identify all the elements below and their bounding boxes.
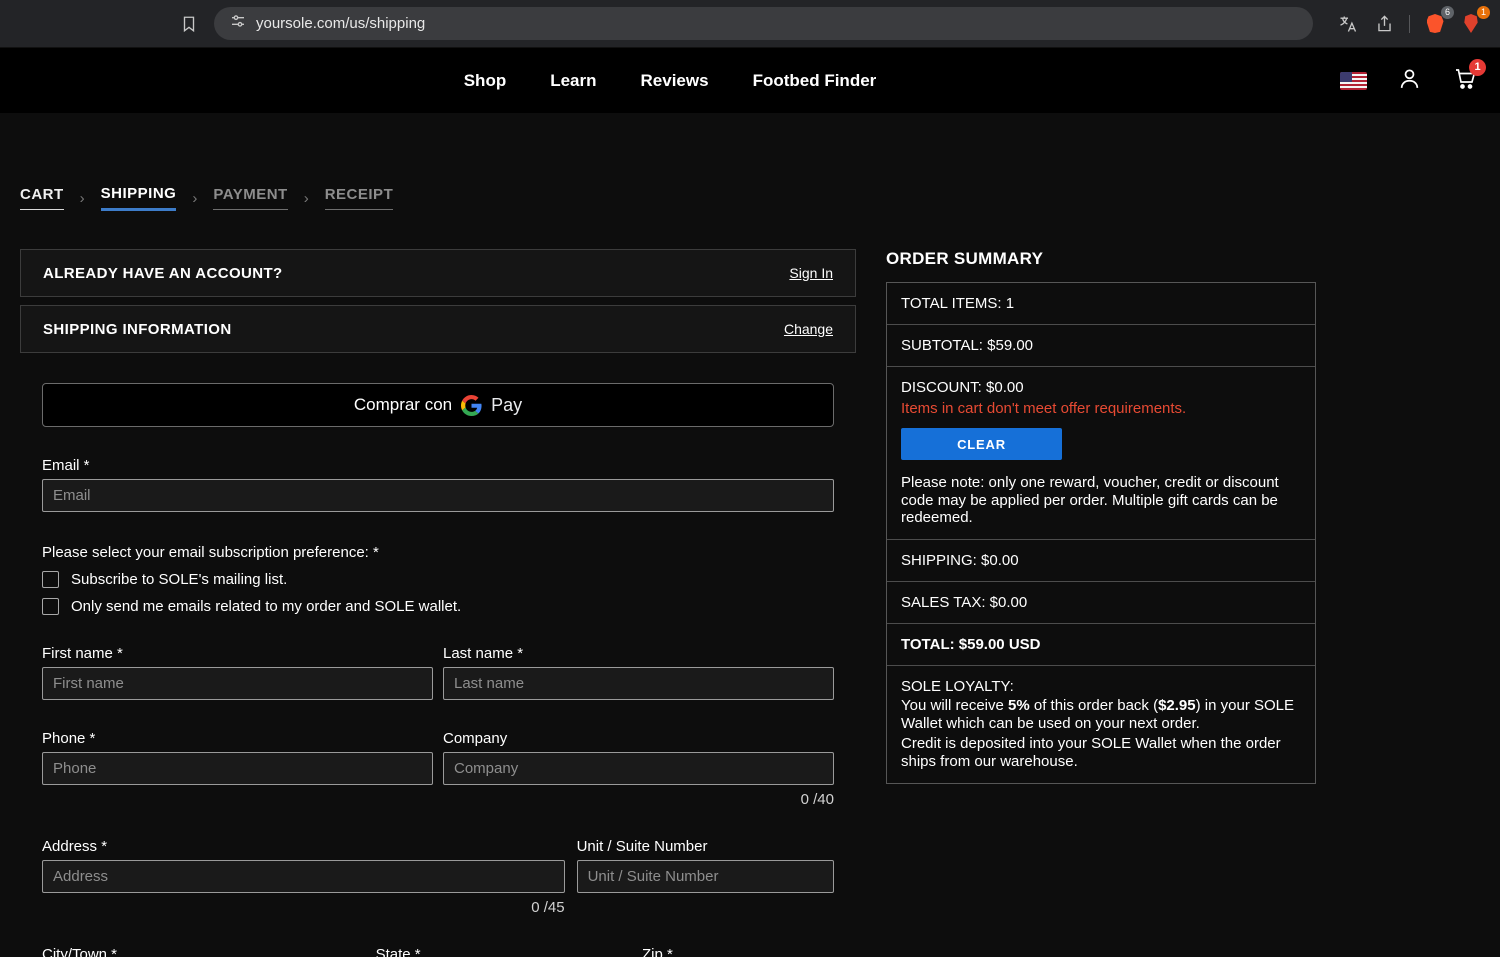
translate-icon[interactable] [1333,9,1363,39]
brave-shield-shape [1426,14,1444,33]
gpay-button-label: Comprar con [353,395,453,414]
nav-item-reviews[interactable]: Reviews [641,71,709,91]
discount-row: DISCOUNT: $0.00 Items in cart don't meet… [887,367,1315,541]
breadcrumb-shipping[interactable]: SHIPPING [100,185,177,211]
subtotal-row: SUBTOTAL: $59.00 [887,325,1315,367]
order-summary-title: ORDER SUMMARY [886,249,1044,268]
first-name-label: First name * [42,645,123,662]
google-g-icon [461,394,482,416]
phone-label: Phone * [42,730,96,747]
checkout-page: CART › SHIPPING › PAYMENT › RECEIPT ALRE… [0,113,1500,957]
address-label: Address * [42,838,108,855]
address-bar[interactable]: yoursole.com/us/shipping [214,7,1313,40]
sales-tax-row: SALES TAX: $0.00 [887,582,1315,625]
email-field[interactable] [42,479,834,512]
checkout-breadcrumb: CART › SHIPPING › PAYMENT › RECEIPT [20,185,1480,211]
account-section: ALREADY HAVE AN ACCOUNT? Sign In [20,249,856,297]
nav-item-footbed-finder[interactable]: Footbed Finder [753,71,877,91]
mailing-list-label: Subscribe to SOLE's mailing list. [71,571,288,588]
company-field[interactable] [443,752,834,785]
nav-item-learn[interactable]: Learn [550,71,596,91]
brave-badge: 6 [1441,5,1454,19]
loyalty-deposit-note: Credit is deposited into your SOLE Walle… [901,735,1281,771]
shipping-info-section-header: SHIPPING INFORMATION Change [20,305,856,353]
discount-warning: Items in cart don't meet offer requireme… [901,400,1187,417]
loyalty-text-prefix: You will receive [901,697,1008,715]
sign-in-link[interactable]: Sign In [789,265,833,281]
shipping-info-title: SHIPPING INFORMATION [43,320,232,338]
address-field[interactable] [42,860,565,893]
loyalty-percent: 5% [1008,697,1030,715]
browser-actions: 6 1 [1333,5,1490,39]
address-char-counter: 0 /45 [531,899,565,916]
breadcrumb-separator: › [79,189,85,207]
toolbar-divider [1409,14,1410,33]
zip-label: Zip * [641,946,673,957]
mailing-list-option[interactable]: Subscribe to SOLE's mailing list. [42,571,834,588]
order-summary-column: ORDER SUMMARY TOTAL ITEMS: 1 SUBTOTAL: $… [886,249,1316,785]
order-summary-panel: TOTAL ITEMS: 1 SUBTOTAL: $59.00 DISCOUNT… [886,282,1316,785]
loyalty-text-mid: of this order back ( [1029,697,1159,715]
bookmark-icon[interactable] [174,9,204,39]
extension-icon[interactable]: 1 [1456,5,1490,39]
order-emails-option[interactable]: Only send me emails related to my order … [42,598,834,615]
share-icon[interactable] [1369,9,1399,39]
mailing-list-checkbox[interactable] [42,571,59,588]
header-icons: 1 [1340,59,1486,96]
order-emails-label: Only send me emails related to my order … [71,598,462,615]
cart-count-badge: 1 [1469,59,1486,76]
discount-amount: DISCOUNT: $0.00 [901,379,1024,396]
unit-label: Unit / Suite Number [576,838,708,855]
gpay-pay-label: Pay [491,394,523,415]
site-settings-icon[interactable] [230,13,246,34]
state-label: State * [375,946,421,957]
account-section-title: ALREADY HAVE AN ACCOUNT? [43,264,283,282]
main-nav: Shop Learn Reviews Footbed Finder [464,71,877,91]
extension-shape [1464,14,1478,33]
site-header: Shop Learn Reviews Footbed Finder 1 [0,48,1500,113]
email-label: Email * [42,457,90,474]
subscription-preference-label: Please select your email subscription pr… [42,544,379,561]
phone-field[interactable] [42,752,433,785]
clear-discount-button[interactable]: CLEAR [901,428,1062,460]
last-name-field[interactable] [443,667,834,700]
loyalty-title: SOLE LOYALTY: [901,678,1014,696]
loyalty-row: SOLE LOYALTY: You will receive 5% of thi… [887,666,1315,783]
order-emails-checkbox[interactable] [42,598,59,615]
loyalty-amount: $2.95 [1158,697,1196,715]
breadcrumb-payment[interactable]: PAYMENT [213,186,288,210]
company-label: Company [443,730,508,747]
extension-badge: 1 [1477,5,1490,19]
breadcrumb-separator: › [192,189,198,207]
shipping-form-column: ALREADY HAVE AN ACCOUNT? Sign In SHIPPIN… [20,249,856,957]
change-link[interactable]: Change [784,321,833,337]
shipping-cost-row: SHIPPING: $0.00 [887,540,1315,583]
company-char-counter: 0 /40 [800,791,834,808]
shipping-form: Comprar con Pay Email * Please select yo… [20,383,856,957]
browser-chrome: yoursole.com/us/shipping 6 1 [0,0,1500,48]
breadcrumb-separator: › [303,189,309,207]
country-flag-selector[interactable] [1340,71,1367,90]
last-name-label: Last name * [443,645,524,662]
first-name-field[interactable] [42,667,433,700]
brave-shield-icon[interactable]: 6 [1420,5,1454,39]
breadcrumb-cart[interactable]: CART [20,186,64,210]
loyalty-description: You will receive 5% of this order back (… [901,697,1301,733]
cart-icon[interactable]: 1 [1452,59,1486,95]
unit-field[interactable] [576,860,834,893]
city-label: City/Town * [42,946,118,957]
discount-note: Please note: only one reward, voucher, c… [901,474,1279,527]
order-total-row: TOTAL: $59.00 USD [887,624,1315,667]
google-pay-button[interactable]: Comprar con Pay [42,383,834,427]
total-items-row: TOTAL ITEMS: 1 [887,283,1315,325]
breadcrumb-receipt[interactable]: RECEIPT [324,186,394,210]
account-icon[interactable] [1397,66,1422,96]
nav-item-shop[interactable]: Shop [464,71,507,91]
url-text: yoursole.com/us/shipping [256,15,426,32]
